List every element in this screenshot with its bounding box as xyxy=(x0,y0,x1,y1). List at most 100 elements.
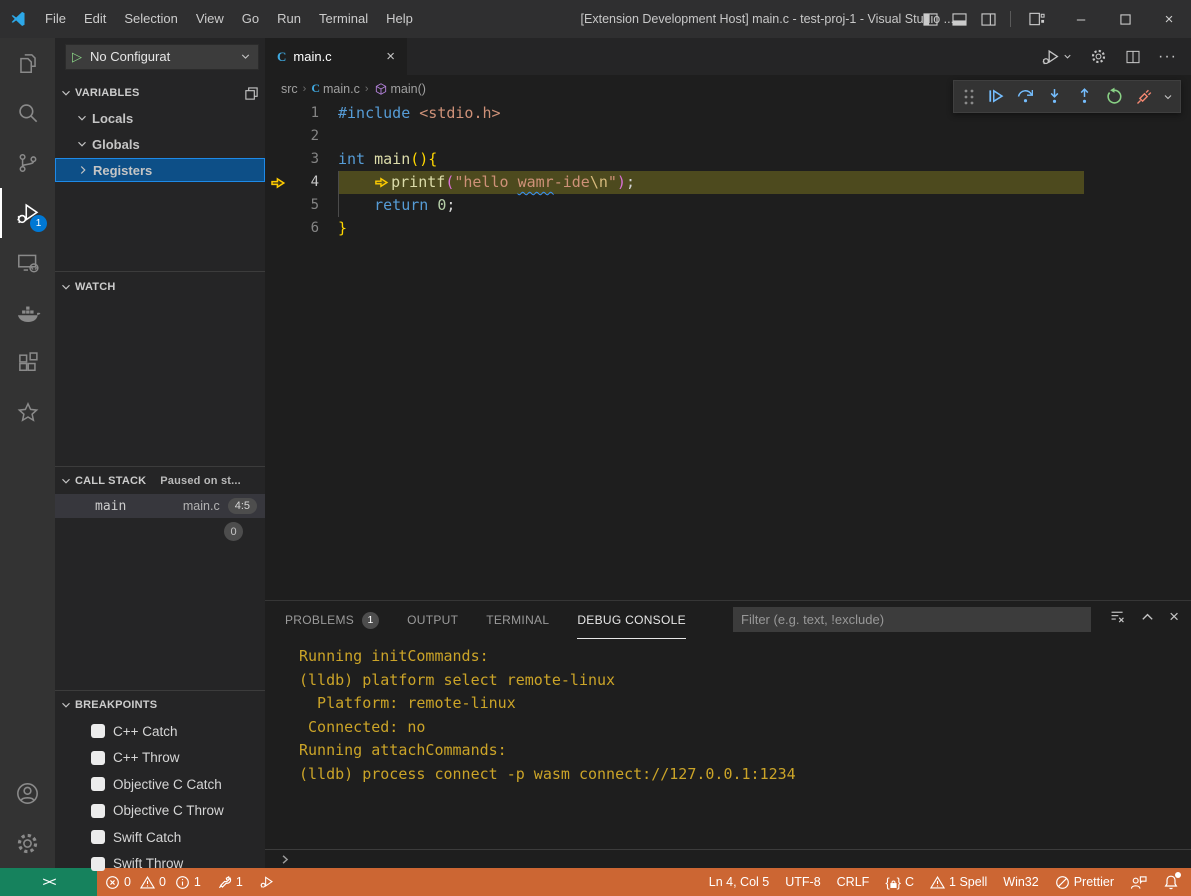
menu-run[interactable]: Run xyxy=(268,0,310,38)
debug-console-output[interactable]: Running initCommands:(lldb) platform sel… xyxy=(265,639,1191,786)
panel-tab-problems[interactable]: PROBLEMS1 xyxy=(285,601,379,639)
menu-selection[interactable]: Selection xyxy=(115,0,186,38)
code-line-5[interactable]: 5 return 0; xyxy=(265,194,1191,217)
gutter xyxy=(265,125,291,148)
breakpoint-objective-c-catch[interactable]: Objective C Catch xyxy=(55,771,265,797)
code-line-2[interactable]: 2 xyxy=(265,125,1191,148)
encoding-indicator[interactable]: UTF-8 xyxy=(777,868,828,896)
menu-file[interactable]: File xyxy=(36,0,75,38)
breakpoint-c-catch[interactable]: C++ Catch xyxy=(55,718,265,744)
breakpoint-c-throw[interactable]: C++ Throw xyxy=(55,745,265,771)
more-actions-icon[interactable]: ··· xyxy=(1158,48,1177,66)
activity-star[interactable] xyxy=(0,388,55,438)
activity-extensions[interactable] xyxy=(0,338,55,388)
activity-search[interactable] xyxy=(0,88,55,138)
checkbox-unchecked[interactable] xyxy=(91,804,105,818)
checkbox-unchecked[interactable] xyxy=(91,857,105,871)
breakpoints-section-header[interactable]: BREAKPOINTS xyxy=(55,694,265,716)
code-line-3[interactable]: 3int main(){ xyxy=(265,148,1191,171)
step-out-button[interactable] xyxy=(1071,82,1099,111)
debug-console-input[interactable] xyxy=(265,849,1191,869)
step-over-button[interactable] xyxy=(1011,82,1039,111)
chevron-down-icon xyxy=(75,137,89,151)
activity-source-control[interactable] xyxy=(0,138,55,188)
variables-item-locals[interactable]: Locals xyxy=(55,106,265,130)
activity-docker[interactable] xyxy=(0,288,55,338)
language-mode[interactable]: {} C xyxy=(877,868,922,896)
maximize-button[interactable] xyxy=(1103,0,1147,38)
notifications-bell[interactable] xyxy=(1155,868,1191,896)
panel-tab-terminal[interactable]: TERMINAL xyxy=(486,601,549,639)
continue-button[interactable] xyxy=(981,82,1009,111)
activity-explorer[interactable] xyxy=(0,38,55,88)
console-filter-input[interactable] xyxy=(733,607,1091,632)
close-button[interactable]: × xyxy=(1147,0,1191,38)
disconnect-button[interactable] xyxy=(1131,82,1159,111)
menu-go[interactable]: Go xyxy=(233,0,268,38)
minimize-button[interactable]: – xyxy=(1059,0,1103,38)
panel-tab-output[interactable]: OUTPUT xyxy=(407,601,458,639)
eol-indicator[interactable]: CRLF xyxy=(829,868,878,896)
variables-item-registers[interactable]: Registers xyxy=(55,158,265,182)
checkbox-unchecked[interactable] xyxy=(91,830,105,844)
breakpoint-objective-c-throw[interactable]: Objective C Throw xyxy=(55,798,265,824)
bottom-panel: PROBLEMS1 OUTPUT TERMINAL DEBUG CONSOLE × R… xyxy=(265,600,1191,868)
breakpoint-swift-catch[interactable]: Swift Catch xyxy=(55,824,265,850)
restart-button[interactable] xyxy=(1101,82,1129,111)
cursor-position[interactable]: Ln 4, Col 5 xyxy=(701,868,777,896)
activity-run-and-debug[interactable]: 1 xyxy=(0,188,55,238)
checkbox-unchecked[interactable] xyxy=(91,777,105,791)
code-line-4[interactable]: 4 printf("hello wamr-ide\n"); xyxy=(265,171,1191,194)
warning-icon xyxy=(140,875,155,890)
files-icon xyxy=(15,50,41,76)
platform-indicator[interactable]: Win32 xyxy=(995,868,1046,896)
breakpoint-swift-throw[interactable]: Swift Throw xyxy=(55,851,265,877)
drag-grip-icon[interactable] xyxy=(958,82,979,111)
error-icon xyxy=(105,875,120,890)
callstack-section-header[interactable]: CALL STACK Paused on st... xyxy=(55,470,265,492)
settings-gear-icon[interactable] xyxy=(1089,47,1108,66)
close-panel-icon[interactable]: × xyxy=(1169,609,1179,624)
current-frame-arrow-icon[interactable] xyxy=(265,171,291,194)
start-debug-icon[interactable]: ▷ xyxy=(72,49,82,65)
debug-toolbar xyxy=(953,80,1181,113)
console-line: (lldb) platform select remote-linux xyxy=(299,669,1191,693)
activity-settings[interactable] xyxy=(0,818,55,868)
watch-section-header[interactable]: WATCH xyxy=(55,276,265,298)
vscode-logo-icon xyxy=(0,10,36,28)
menu-view[interactable]: View xyxy=(187,0,233,38)
menu-bar: FileEditSelectionViewGoRunTerminalHelp xyxy=(36,0,422,38)
inline-breakpoint-arrow-icon[interactable] xyxy=(374,175,389,190)
debug-toolbar-dropdown-icon[interactable] xyxy=(1161,82,1176,111)
tab-main-c[interactable]: C main.c × xyxy=(265,38,407,75)
toggle-panel-icon[interactable] xyxy=(952,13,967,26)
code-line-6[interactable]: 6} xyxy=(265,217,1191,240)
panel-tab-debug-console[interactable]: DEBUG CONSOLE xyxy=(577,601,686,639)
variables-section-header[interactable]: VARIABLES xyxy=(55,82,259,104)
menu-terminal[interactable]: Terminal xyxy=(310,0,377,38)
split-editor-icon[interactable] xyxy=(1124,48,1142,66)
menu-help[interactable]: Help xyxy=(377,0,422,38)
menu-edit[interactable]: Edit xyxy=(75,0,115,38)
formatter-status[interactable]: Prettier xyxy=(1047,868,1122,896)
run-or-debug-button[interactable] xyxy=(1040,46,1073,68)
collapse-all-icon[interactable] xyxy=(244,86,259,101)
step-into-button[interactable] xyxy=(1041,82,1069,111)
window-controls: – × xyxy=(923,0,1191,38)
clear-console-icon[interactable] xyxy=(1109,608,1126,625)
stack-frame-row[interactable]: main main.c 4:5 xyxy=(55,494,265,518)
variables-item-globals[interactable]: Globals xyxy=(55,132,265,156)
debug-config-dropdown[interactable]: ▷ No Configurat xyxy=(65,44,259,70)
close-tab-icon[interactable]: × xyxy=(386,48,395,65)
line-number: 5 xyxy=(291,194,319,217)
checkbox-unchecked[interactable] xyxy=(91,751,105,765)
activity-remote-explorer[interactable] xyxy=(0,238,55,288)
customize-layout-icon[interactable] xyxy=(1029,12,1045,26)
maximize-panel-icon[interactable] xyxy=(1140,609,1155,624)
feedback-button[interactable] xyxy=(1122,868,1155,896)
activity-accounts[interactable] xyxy=(0,768,55,818)
code-editor[interactable]: src › C main.c › main() 1#include <stdio… xyxy=(265,75,1191,600)
toggle-secondary-sidebar-icon[interactable] xyxy=(981,13,996,26)
spell-checker-status[interactable]: 1 Spell xyxy=(922,868,995,896)
checkbox-unchecked[interactable] xyxy=(91,724,105,738)
